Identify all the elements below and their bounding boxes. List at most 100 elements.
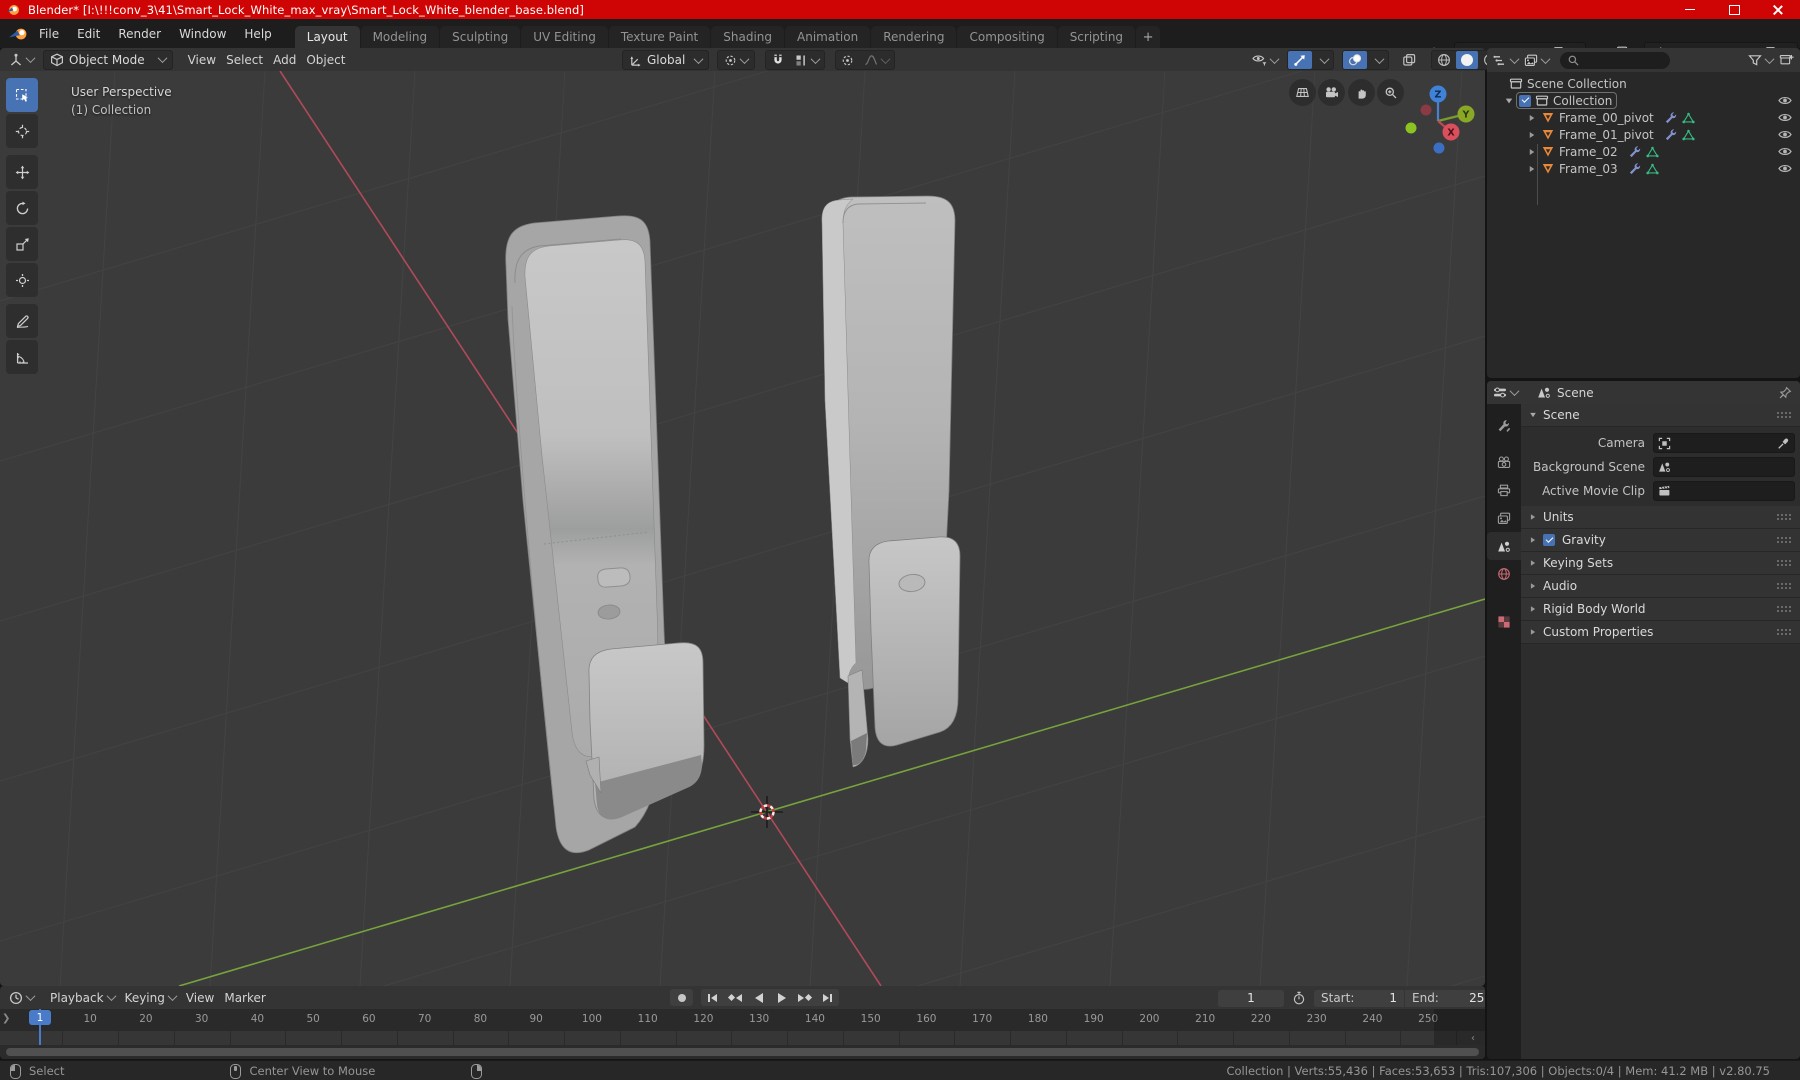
- tab-sculpting[interactable]: Sculpting: [440, 26, 521, 48]
- tab-layout[interactable]: Layout: [294, 26, 360, 48]
- orientation-dropdown[interactable]: Global: [622, 50, 710, 70]
- menu-edit[interactable]: Edit: [68, 23, 109, 45]
- shading-solid-button[interactable]: [1456, 51, 1478, 69]
- panel-keying-sets-header[interactable]: Keying Sets: [1521, 552, 1800, 575]
- camera-field[interactable]: [1653, 433, 1795, 453]
- jump-to-start-button[interactable]: [701, 989, 724, 1006]
- object-visibility-dropdown[interactable]: [1247, 51, 1283, 69]
- axis-minus-x-ball[interactable]: [1420, 104, 1432, 116]
- display-mode-dropdown[interactable]: [1521, 51, 1552, 69]
- modifier-wrench-icon[interactable]: [1628, 145, 1641, 158]
- auto-keyframe-button[interactable]: [670, 989, 693, 1006]
- expand-panel-arrow-icon[interactable]: ❯: [2, 1013, 10, 1024]
- end-frame-field[interactable]: End: 250: [1405, 989, 1485, 1007]
- timeline-ruler[interactable]: ❯ 10 20 30 40 50 60 70 80 90 100 110 120 130 140 150 16…: [0, 1009, 1485, 1031]
- outliner-editor-type-button[interactable]: [1490, 51, 1521, 69]
- mesh-data-icon[interactable]: [1646, 163, 1659, 175]
- panel-units-header[interactable]: Units: [1521, 506, 1800, 529]
- gravity-checkbox[interactable]: [1543, 534, 1555, 546]
- falloff-dropdown[interactable]: [859, 51, 894, 69]
- timeline-scrollbar[interactable]: [0, 1045, 1485, 1059]
- menu-view[interactable]: View: [183, 51, 221, 69]
- tool-cursor[interactable]: [6, 114, 38, 148]
- overlays-dropdown[interactable]: [1367, 51, 1388, 69]
- show-gizmo-toggle[interactable]: [1288, 51, 1312, 69]
- tab-render[interactable]: [1487, 448, 1521, 476]
- tool-move[interactable]: [6, 155, 38, 189]
- menu-playback[interactable]: Playback: [45, 989, 120, 1007]
- drag-handle-icon[interactable]: [1776, 605, 1792, 613]
- panel-audio-header[interactable]: Audio: [1521, 575, 1800, 598]
- outliner-search-input[interactable]: [1560, 51, 1670, 69]
- visibility-eye-icon[interactable]: [1778, 146, 1792, 157]
- add-workspace-button[interactable]: +: [1136, 26, 1161, 48]
- expand-arrow-icon[interactable]: [1529, 131, 1535, 138]
- camera-view-button[interactable]: [1318, 79, 1345, 106]
- mesh-data-icon[interactable]: [1646, 146, 1659, 158]
- axis-minus-z-ball[interactable]: [1433, 142, 1445, 154]
- shading-wireframe-button[interactable]: [1432, 51, 1456, 69]
- visibility-eye-icon[interactable]: [1778, 129, 1792, 140]
- maximize-button[interactable]: [1712, 0, 1756, 19]
- minimize-button[interactable]: [1668, 0, 1712, 19]
- mesh-data-icon[interactable]: [1682, 112, 1695, 124]
- tab-output[interactable]: [1487, 476, 1521, 504]
- mode-dropdown[interactable]: Object Mode: [43, 49, 173, 70]
- search-text-input[interactable]: [1580, 52, 1654, 68]
- visibility-eye-icon[interactable]: [1778, 95, 1792, 106]
- collapse-arrow-icon[interactable]: ‹: [1471, 1033, 1475, 1044]
- tab-compositing[interactable]: Compositing: [957, 26, 1057, 48]
- drag-handle-icon[interactable]: [1776, 559, 1792, 567]
- tab-scene[interactable]: [1487, 532, 1521, 560]
- menu-object[interactable]: Object: [301, 51, 350, 69]
- smart-lock-object-left[interactable]: [505, 215, 705, 854]
- menu-keying[interactable]: Keying: [120, 989, 181, 1007]
- play-reverse-button[interactable]: [747, 989, 770, 1006]
- tab-modeling[interactable]: Modeling: [360, 26, 440, 48]
- blender-logo-icon[interactable]: [8, 26, 30, 42]
- menu-help[interactable]: Help: [235, 23, 280, 45]
- play-button[interactable]: [770, 989, 793, 1006]
- panel-rigid-body-world-header[interactable]: Rigid Body World: [1521, 598, 1800, 621]
- next-keyframe-button[interactable]: [793, 989, 816, 1006]
- visibility-eye-icon[interactable]: [1778, 112, 1792, 123]
- collection-checkbox[interactable]: [1519, 94, 1531, 107]
- outliner-row-object[interactable]: Frame_03: [1487, 160, 1800, 177]
- timeline-ticks[interactable]: [0, 1031, 1485, 1045]
- tool-scale[interactable]: [6, 227, 38, 261]
- jump-to-end-button[interactable]: [816, 989, 839, 1006]
- outliner-row-scene-collection[interactable]: Scene Collection: [1487, 75, 1800, 92]
- tool-select-box[interactable]: [6, 78, 38, 112]
- visibility-eye-icon[interactable]: [1778, 163, 1792, 174]
- toggle-grid-button[interactable]: [1289, 79, 1316, 106]
- tab-animation[interactable]: Animation: [785, 26, 871, 48]
- background-scene-field[interactable]: [1653, 457, 1795, 477]
- panel-custom-properties-header[interactable]: Custom Properties: [1521, 621, 1800, 644]
- pan-view-button[interactable]: [1348, 79, 1375, 106]
- filter-dropdown[interactable]: [1745, 51, 1776, 69]
- drag-handle-icon[interactable]: [1776, 513, 1792, 521]
- menu-view-timeline[interactable]: View: [181, 989, 219, 1007]
- collapse-arrow-icon[interactable]: [1505, 98, 1513, 103]
- eyedropper-icon[interactable]: [1777, 437, 1790, 450]
- 3d-viewport[interactable]: User Perspective (1) Collection Z Y X: [0, 71, 1485, 986]
- smart-lock-object-right[interactable]: [821, 195, 961, 768]
- tool-measure[interactable]: [6, 340, 38, 374]
- panel-gravity-header[interactable]: Gravity: [1521, 529, 1800, 552]
- tab-world[interactable]: [1487, 560, 1521, 588]
- tool-annotate[interactable]: [6, 304, 38, 338]
- tab-shading[interactable]: Shading: [711, 26, 784, 48]
- modifier-wrench-icon[interactable]: [1664, 111, 1677, 124]
- previous-keyframe-button[interactable]: [724, 989, 747, 1006]
- tab-texture[interactable]: [1487, 608, 1521, 636]
- pin-icon[interactable]: [1778, 386, 1792, 400]
- snap-target-dropdown[interactable]: [790, 51, 824, 69]
- expand-arrow-icon[interactable]: [1529, 165, 1535, 172]
- outliner-row-collection[interactable]: Collection: [1487, 92, 1800, 109]
- axis-minus-y-ball[interactable]: [1405, 122, 1417, 134]
- start-frame-field[interactable]: Start: 1: [1314, 989, 1404, 1007]
- gizmo-dropdown[interactable]: [1312, 51, 1333, 69]
- outliner-row-object[interactable]: Frame_00_pivot: [1487, 109, 1800, 126]
- tab-view-layer[interactable]: [1487, 504, 1521, 532]
- mesh-data-icon[interactable]: [1682, 129, 1695, 141]
